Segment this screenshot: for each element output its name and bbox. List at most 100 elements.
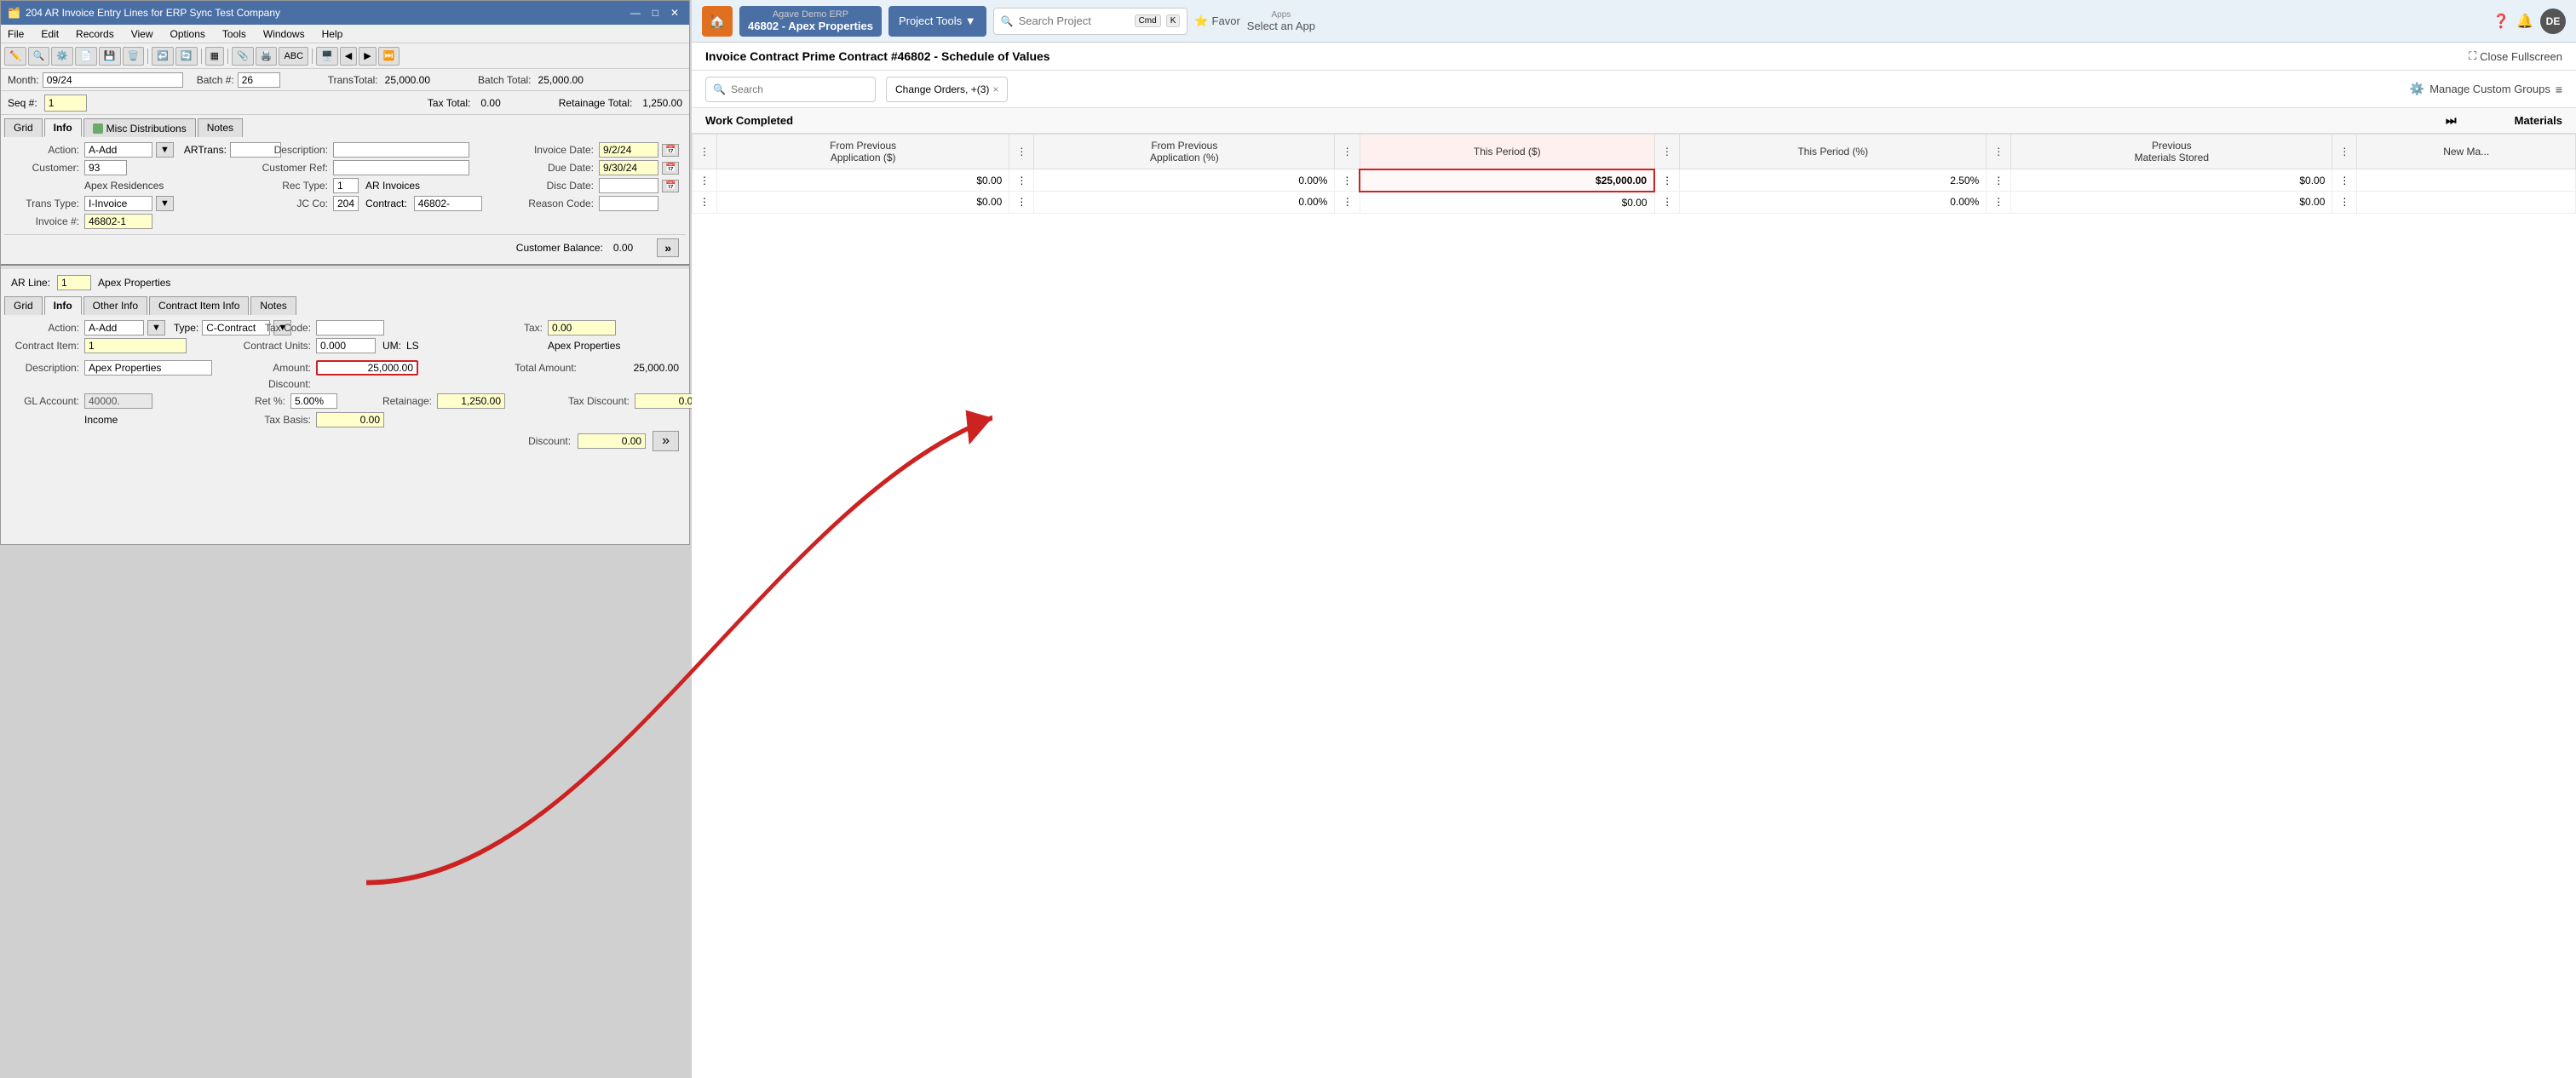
batch-input[interactable]	[238, 72, 280, 88]
tb-edit-btn[interactable]: ✏️	[4, 47, 26, 66]
row1-dots5[interactable]: ⋮	[1987, 169, 2011, 192]
contract-input[interactable]	[414, 196, 482, 211]
disc-date-calendar[interactable]: 📅	[662, 180, 679, 192]
description-input[interactable]	[84, 360, 212, 376]
row1-this-period-dollar[interactable]: $25,000.00	[1360, 169, 1654, 192]
minimize-button[interactable]: —	[627, 7, 644, 19]
seq-input[interactable]	[44, 95, 87, 112]
invoice-date-input[interactable]	[599, 142, 658, 158]
row2-dots6[interactable]: ⋮	[2332, 192, 2357, 214]
row2-dots5[interactable]: ⋮	[1987, 192, 2011, 214]
due-date-calendar[interactable]: 📅	[662, 162, 679, 175]
favorites-button[interactable]: ⭐ Favor	[1194, 14, 1239, 28]
action-bottom-dropdown[interactable]: ▼	[147, 320, 165, 335]
tb-attach-btn[interactable]: 📎	[232, 47, 254, 66]
close-button[interactable]: ✕	[667, 7, 682, 19]
action-input[interactable]	[84, 142, 152, 158]
menu-options[interactable]: Options	[167, 27, 209, 41]
amount-input[interactable]	[316, 360, 418, 376]
invoice-input[interactable]	[84, 214, 152, 229]
user-avatar-button[interactable]: DE	[2540, 9, 2566, 34]
action-bottom-input[interactable]	[84, 320, 144, 335]
tb-refresh-btn[interactable]: 🔄	[175, 47, 198, 66]
change-orders-filter[interactable]: Change Orders, +(3) ×	[886, 77, 1008, 102]
gl-account-input[interactable]	[84, 393, 152, 409]
company-dropdown[interactable]: Agave Demo ERP 46802 - Apex Properties	[739, 6, 882, 37]
notification-button[interactable]: 🔔	[2516, 13, 2533, 30]
col-dots-4[interactable]: ⋮	[1654, 135, 1680, 169]
col-dots-5[interactable]: ⋮	[1987, 135, 2011, 169]
tb-doc-btn[interactable]: 📄	[75, 47, 97, 66]
action-dropdown[interactable]: ▼	[156, 142, 174, 158]
tax-input[interactable]	[548, 320, 616, 335]
contract-units-input[interactable]	[316, 338, 376, 353]
reason-code-input[interactable]	[599, 196, 658, 211]
search-input[interactable]	[1019, 14, 1130, 27]
discount-input[interactable]	[578, 433, 646, 449]
row2-dots2[interactable]: ⋮	[1009, 192, 1034, 214]
menu-file[interactable]: File	[4, 27, 27, 41]
rec-type-input[interactable]	[333, 178, 359, 193]
menu-view[interactable]: View	[128, 27, 157, 41]
tb-spell-btn[interactable]: ABC	[279, 47, 308, 66]
desc-input[interactable]	[333, 142, 469, 158]
tb-print-btn[interactable]: 🖨️	[256, 47, 278, 66]
col-dots-6[interactable]: ⋮	[2332, 135, 2357, 169]
row1-dots4[interactable]: ⋮	[1654, 169, 1680, 192]
tab-other-info[interactable]: Other Info	[83, 296, 147, 315]
tb-settings-btn[interactable]: ⚙️	[51, 47, 73, 66]
menu-help[interactable]: Help	[319, 27, 347, 41]
trans-type-dropdown[interactable]: ▼	[156, 196, 174, 211]
col-dots-2[interactable]: ⋮	[1009, 135, 1034, 169]
menu-windows[interactable]: Windows	[260, 27, 308, 41]
retainage-input[interactable]	[437, 393, 505, 409]
tax-basis-input[interactable]	[316, 412, 384, 427]
tab-bottom-grid[interactable]: Grid	[4, 296, 43, 315]
disc-date-input[interactable]	[599, 178, 658, 193]
top-section-nav-btn[interactable]: »	[657, 238, 679, 257]
close-fullscreen-button[interactable]: ⛶ Close Fullscreen	[2469, 49, 2562, 63]
contract-item-input[interactable]	[84, 338, 187, 353]
ar-line-input[interactable]	[57, 275, 91, 290]
menu-records[interactable]: Records	[72, 27, 118, 41]
row1-dots2[interactable]: ⋮	[1009, 169, 1034, 192]
tb-nav-next-btn[interactable]: ▶	[359, 47, 376, 66]
maximize-button[interactable]: □	[649, 7, 662, 19]
row1-dots[interactable]: ⋮	[693, 169, 717, 192]
row1-dots3[interactable]: ⋮	[1335, 169, 1360, 192]
tb-monitor-btn[interactable]: 🖥️	[316, 47, 338, 66]
menu-edit[interactable]: Edit	[37, 27, 62, 41]
row2-dots4[interactable]: ⋮	[1654, 192, 1680, 214]
filter-clear-button[interactable]: ×	[992, 83, 998, 95]
menu-tools[interactable]: Tools	[219, 27, 250, 41]
trans-type-input[interactable]	[84, 196, 152, 211]
due-date-input[interactable]	[599, 160, 658, 175]
tb-grid-btn[interactable]: ▦	[205, 47, 224, 66]
apps-button[interactable]: Select an App	[1247, 20, 1315, 32]
tb-save-btn[interactable]: 💾	[99, 47, 121, 66]
row1-dots6[interactable]: ⋮	[2332, 169, 2357, 192]
tab-grid[interactable]: Grid	[4, 118, 43, 137]
tb-undo-btn[interactable]: ↩️	[152, 47, 174, 66]
ret-pct-input[interactable]	[290, 393, 337, 409]
customer-input[interactable]	[84, 160, 127, 175]
col-dots-1[interactable]: ⋮	[693, 135, 717, 169]
col-dots-3[interactable]: ⋮	[1335, 135, 1360, 169]
bottom-nav-btn[interactable]: »	[653, 431, 679, 451]
tb-binoculars-btn[interactable]: 🔍	[28, 47, 50, 66]
invoice-date-calendar[interactable]: 📅	[662, 144, 679, 157]
tab-info[interactable]: Info	[44, 118, 82, 137]
tab-contract-item-info[interactable]: Contract Item Info	[149, 296, 249, 315]
tb-delete-btn[interactable]: 🗑️	[123, 47, 145, 66]
help-button[interactable]: ❓	[2493, 13, 2510, 30]
project-tools-button[interactable]: Project Tools ▼	[888, 6, 986, 37]
tb-nav-prev-btn[interactable]: ◀	[340, 47, 357, 66]
home-button[interactable]: 🏠	[702, 6, 733, 37]
tab-misc-distributions[interactable]: Misc Distributions	[83, 118, 196, 137]
tax-code-input[interactable]	[316, 320, 384, 335]
work-completed-nav[interactable]: ⏭	[2446, 113, 2457, 128]
tb-nav-end-btn[interactable]: ⏭️	[378, 47, 400, 66]
customer-ref-input[interactable]	[333, 160, 469, 175]
jcco-input[interactable]	[333, 196, 359, 211]
tab-notes[interactable]: Notes	[198, 118, 243, 137]
